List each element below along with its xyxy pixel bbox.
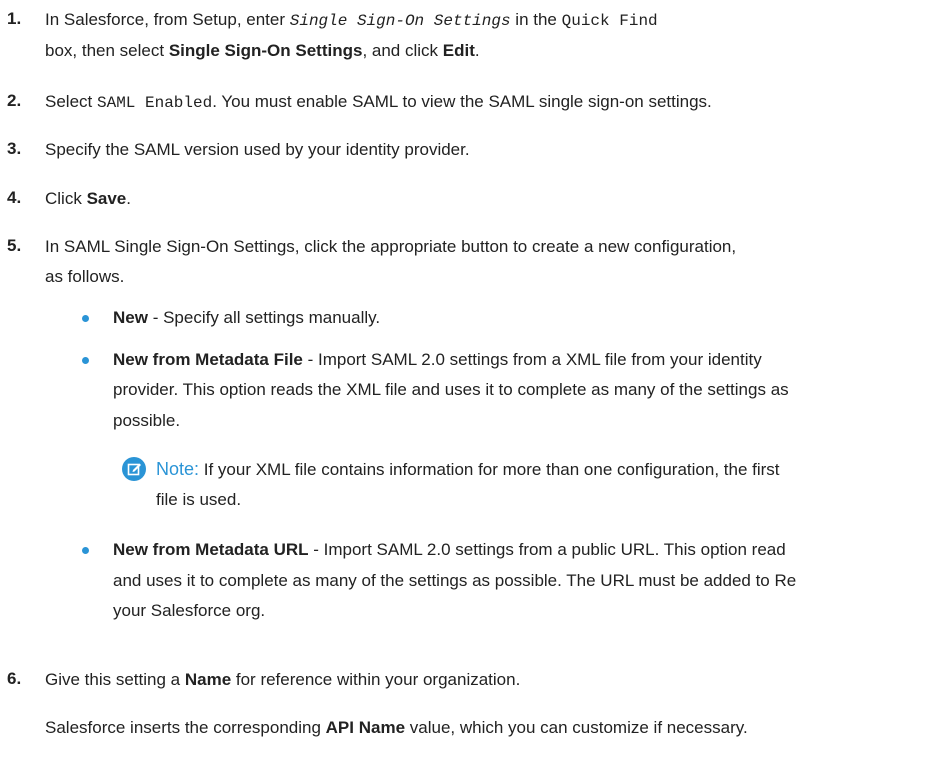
bullet-metadata-url-line-2: and uses it to complete as many of the s… (113, 571, 797, 590)
bullet-metadata-file-line-3: possible. (113, 411, 181, 430)
step-5-line-1: In SAML Single Sign-On Settings, click t… (45, 237, 737, 256)
bullet-metadata-file-line-1: New from Metadata File - Import SAML 2.0… (113, 349, 762, 371)
note-line-2: file is used. (156, 490, 242, 509)
step-3-number: 3. (7, 139, 22, 158)
step-5-line-2: as follows. (45, 267, 125, 286)
step-2-line: Select SAML Enabled. You must enable SAM… (45, 91, 712, 114)
step-1-text-click: , and click (362, 41, 443, 60)
bullet-dot (82, 357, 89, 364)
step-6-line: Give this setting a Name for reference w… (45, 669, 520, 691)
bullet-new-bold: New (113, 308, 148, 327)
step-4-number: 4. (7, 188, 22, 207)
step-4-text: Click (45, 189, 87, 208)
bullet-new-text: - Specify all settings manually. (147, 308, 381, 327)
step-1-number: 1. (7, 9, 22, 28)
step-4-period: . (126, 189, 131, 208)
step-6-text-rest: for reference within your organization. (231, 670, 521, 689)
bullet-new: New - Specify all settings manually. (113, 307, 380, 329)
step-2-text: Select (45, 92, 97, 111)
step-1-quick-find-code: Quick Find (561, 12, 658, 30)
step-6-name-bold: Name (184, 670, 232, 689)
step-1-search-term: Single Sign-On Settings (289, 12, 511, 30)
step-6-number: 6. (7, 669, 22, 688)
step-1-period: . (474, 41, 480, 60)
bullet-dot (82, 547, 89, 554)
step-2-text-rest: . You must enable SAML to view the SAML … (212, 92, 712, 111)
bullet-metadata-url-line-1: New from Metadata URL - Import SAML 2.0 … (113, 539, 786, 561)
step-1-text-in-the: in the (510, 10, 562, 29)
step-1-line-2: box, then select Single Sign-On Settings… (45, 40, 480, 62)
step-1-text: In Salesforce, from Setup, enter (45, 10, 290, 29)
step-1-line-1: In Salesforce, from Setup, enter Single … (45, 9, 658, 32)
bullet-metadata-file-line-2: provider. This option reads the XML file… (113, 380, 789, 399)
note-text: If your XML file contains information fo… (199, 460, 780, 479)
bullet-metadata-file-bold: New from Metadata File (113, 350, 303, 369)
bullet-metadata-url-text: - Import SAML 2.0 settings from a public… (308, 540, 786, 559)
note-line-1: Note: If your XML file contains informat… (156, 458, 780, 481)
edit-note-icon (122, 457, 146, 481)
step-3-line: Specify the SAML version used by your id… (45, 139, 470, 161)
note-label: Note: (156, 459, 200, 479)
step-1-edit-bold: Edit (442, 41, 475, 60)
step-5-number: 5. (7, 236, 22, 255)
step-6-paragraph: Salesforce inserts the corresponding API… (45, 717, 748, 739)
step-4-save-bold: Save (86, 189, 127, 208)
bullet-metadata-url-line-3: your Salesforce org. (113, 601, 266, 620)
instructions-document: 1. In Salesforce, from Setup, enter Sing… (0, 0, 950, 769)
step-6-para-text: Salesforce inserts the corresponding (45, 718, 326, 737)
step-1-text-box: box, then select (45, 41, 169, 60)
bullet-metadata-file-text: - Import SAML 2.0 settings from a XML fi… (302, 350, 762, 369)
step-6-api-name-bold: API Name (325, 718, 406, 737)
step-6-text: Give this setting a (45, 670, 185, 689)
step-2-saml-enabled-code: SAML Enabled (96, 94, 213, 112)
step-3-text: Specify the SAML version used by your id… (45, 140, 470, 159)
step-2-number: 2. (7, 91, 22, 110)
step-4-line: Click Save. (45, 188, 131, 210)
bullet-metadata-url-bold: New from Metadata URL (113, 540, 309, 559)
bullet-dot (82, 315, 89, 322)
step-6-para-text-rest: value, which you can customize if necess… (405, 718, 748, 737)
step-1-sso-settings-bold: Single Sign-On Settings (168, 41, 363, 60)
